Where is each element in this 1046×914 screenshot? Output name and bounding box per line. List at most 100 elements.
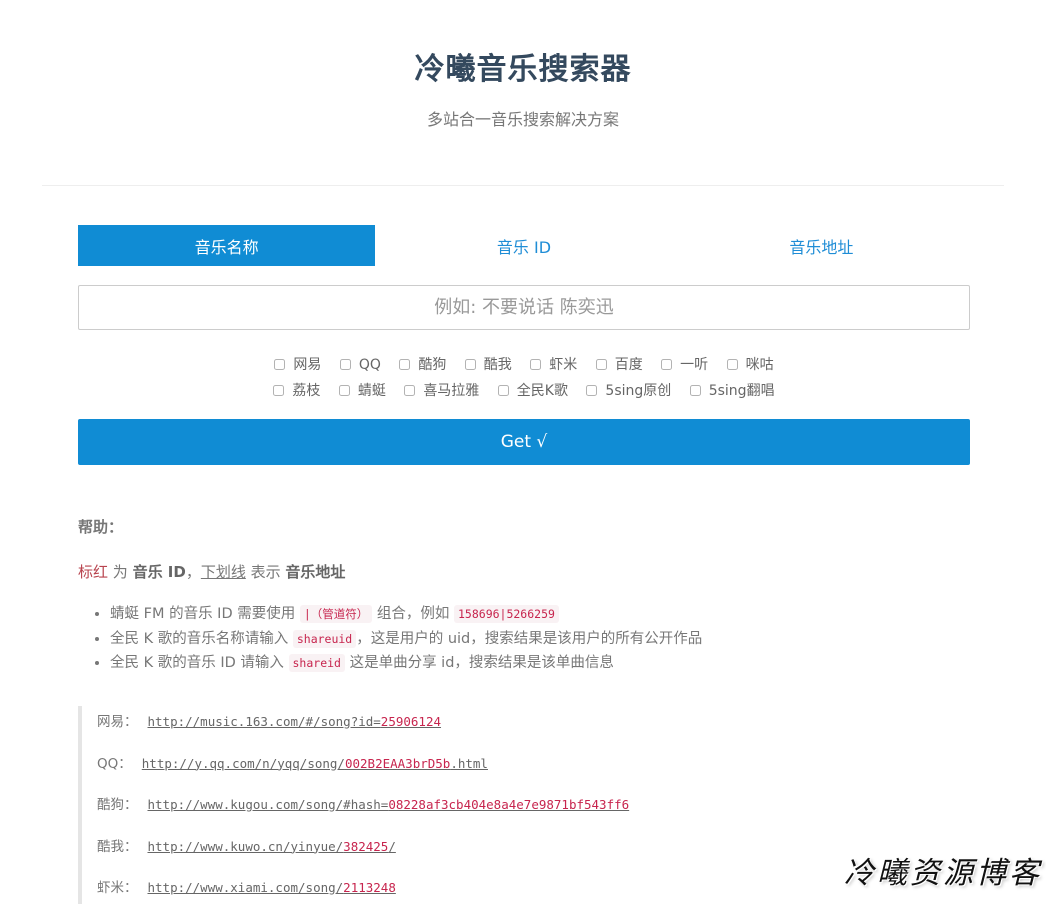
note-code: 158696|5266259: [454, 605, 559, 623]
legend-bold-url: 音乐地址: [285, 563, 346, 581]
help-note: 蜻蜓 FM 的音乐 ID 需要使用 |（管道符） 组合，例如 158696|52…: [110, 602, 978, 627]
search-form: 音乐名称 音乐 ID 音乐地址 网易 QQ 酷狗 酷我 虾米 百度 一听 咪咕 …: [78, 225, 970, 465]
tab-music-name[interactable]: 音乐名称: [78, 225, 376, 266]
site-checkbox-xiami[interactable]: [530, 359, 542, 370]
example-site: 酷狗：: [97, 797, 138, 813]
example-link-xiami[interactable]: http://www.xiami.com/song/2113248: [148, 880, 396, 895]
note-text: 全民 K 歌的音乐 ID 请输入: [110, 655, 289, 671]
site-label: 蜻蜓: [357, 383, 386, 399]
url-prefix: http://y.qq.com/n/yqq/song/: [141, 755, 345, 771]
site-label: 酷我: [483, 357, 512, 373]
help-notes: 蜻蜓 FM 的音乐 ID 需要使用 |（管道符） 组合，例如 158696|52…: [78, 602, 978, 676]
legend-underline-text: 下划线: [200, 563, 246, 581]
legend-text: 为: [108, 563, 133, 581]
example-link-kuwo[interactable]: http://www.kuwo.cn/yinyue/382425/: [148, 839, 396, 854]
note-text: 全民 K 歌的音乐名称请输入: [110, 630, 293, 647]
site-option-qingting[interactable]: 蜻蜓: [338, 378, 386, 404]
site-checkbox-lizhi[interactable]: [273, 385, 285, 396]
site-row-2: 荔枝 蜻蜓 喜马拉雅 全民K歌 5sing原创 5sing翻唱: [78, 378, 970, 404]
example-site: 虾米：: [97, 880, 138, 896]
note-text: ，这是用户的 uid，搜索结果是该用户的所有公开作品: [356, 630, 703, 647]
url-prefix: http://www.kuwo.cn/yinyue/: [147, 838, 344, 854]
site-checkbox-kugou[interactable]: [399, 359, 411, 370]
url-id: 25906124: [380, 714, 442, 729]
site-option-kg[interactable]: 全民K歌: [497, 378, 568, 404]
url-prefix: http://www.xiami.com/song/: [147, 880, 344, 895]
site-option-qq[interactable]: QQ: [339, 352, 381, 378]
help-note: 全民 K 歌的音乐 ID 请输入 shareid 这是单曲分享 id，搜索结果是…: [110, 651, 978, 676]
example-row: 酷我： http://www.kuwo.cn/yinyue/382425/: [97, 831, 958, 873]
url-suffix: /: [388, 838, 396, 854]
url-id: 382425: [343, 838, 389, 854]
site-checkbox-5sing-original[interactable]: [586, 385, 598, 396]
get-button[interactable]: Get √: [78, 419, 970, 465]
site-checkbox-kg[interactable]: [497, 385, 509, 396]
site-label: QQ: [358, 357, 381, 373]
legend-text: ，: [185, 563, 201, 581]
site-checkbox-qingting[interactable]: [338, 385, 350, 396]
site-label: 喜马拉雅: [423, 383, 480, 399]
site-option-5sing-original[interactable]: 5sing原创: [586, 378, 671, 404]
site-checkbox-qq[interactable]: [339, 359, 351, 370]
site-checkbox-1ting[interactable]: [661, 359, 673, 370]
example-link-kugou[interactable]: http://www.kugou.com/song/#hash=08228af3…: [148, 797, 630, 812]
site-checkbox-kuwo[interactable]: [464, 359, 476, 370]
example-link-qq[interactable]: http://y.qq.com/n/yqq/song/002B2EAA3brD5…: [142, 756, 488, 771]
site-checkbox-5sing-cover[interactable]: [689, 385, 701, 396]
example-urls: 网易： http://music.163.com/#/song?id=259061…: [78, 706, 958, 904]
site-row-1: 网易 QQ 酷狗 酷我 虾米 百度 一听 咪咕: [78, 352, 970, 378]
url-id: 2113248: [343, 880, 396, 895]
site-option-xiami[interactable]: 虾米: [530, 352, 577, 378]
legend-red-text: 标红: [78, 563, 109, 581]
site-option-1ting[interactable]: 一听: [661, 352, 708, 378]
site-option-migu[interactable]: 咪咕: [726, 352, 774, 378]
help-note: 全民 K 歌的音乐名称请输入 shareuid，这是用户的 uid，搜索结果是该…: [110, 627, 978, 652]
example-site: 网易：: [97, 714, 138, 730]
site-label: 全民K歌: [516, 383, 568, 399]
note-text: 这是单曲分享 id，搜索结果是该单曲信息: [344, 655, 614, 671]
example-site: QQ：: [97, 755, 132, 772]
note-code: |（管道符）: [299, 605, 373, 623]
site-option-ximalaya[interactable]: 喜马拉雅: [404, 378, 479, 404]
note-code: shareid: [288, 654, 345, 672]
help-section: 帮助： 标红 为 音乐 ID，下划线 表示 音乐地址 蜻蜓 FM 的音乐 ID …: [78, 516, 978, 676]
note-text: 组合，例如: [372, 606, 454, 622]
page-subtitle: 多站合一音乐搜索解决方案: [426, 110, 619, 129]
help-title: 帮助：: [78, 518, 124, 536]
site-option-5sing-cover[interactable]: 5sing翻唱: [689, 378, 775, 404]
site-label: 酷狗: [418, 357, 447, 373]
site-label: 网易: [293, 357, 322, 373]
header-divider: [42, 185, 1004, 186]
site-option-kuwo[interactable]: 酷我: [464, 352, 512, 378]
site-checkbox-netease[interactable]: [274, 359, 286, 370]
site-label: 咪咕: [745, 357, 774, 373]
site-option-netease[interactable]: 网易: [274, 352, 321, 378]
help-legend: 标红 为 音乐 ID，下划线 表示 音乐地址: [78, 561, 978, 582]
search-type-tabs: 音乐名称 音乐 ID 音乐地址: [78, 225, 970, 266]
page-title: 冷曦音乐搜索器: [414, 52, 632, 87]
legend-text: 表示: [245, 563, 286, 581]
watermark: 冷曦资源博客: [844, 856, 1042, 891]
site-label: 一听: [680, 357, 709, 373]
site-option-baidu[interactable]: 百度: [595, 352, 643, 378]
example-row: 虾米： http://www.xiami.com/song/2113248: [97, 872, 958, 914]
site-checkbox-ximalaya[interactable]: [404, 385, 416, 396]
site-option-kugou[interactable]: 酷狗: [399, 352, 446, 378]
example-link-netease[interactable]: http://music.163.com/#/song?id=25906124: [148, 714, 442, 729]
site-option-lizhi[interactable]: 荔枝: [273, 378, 320, 404]
search-input[interactable]: [78, 285, 970, 330]
tab-music-id[interactable]: 音乐 ID: [375, 225, 672, 266]
url-id: 08228af3cb404e8a4e7e9871bf543ff6: [388, 797, 630, 812]
url-id: 002B2EAA3brD5b: [344, 755, 451, 771]
note-code: shareuid: [292, 629, 357, 648]
site-checkbox-baidu[interactable]: [595, 359, 607, 370]
site-label: 虾米: [549, 357, 578, 373]
site-checkbox-migu[interactable]: [726, 359, 738, 370]
note-text: 蜻蜓 FM 的音乐 ID 需要使用: [110, 606, 300, 622]
tab-music-url[interactable]: 音乐地址: [673, 225, 970, 266]
site-filter: 网易 QQ 酷狗 酷我 虾米 百度 一听 咪咕 荔枝 蜻蜓 喜马拉雅 全民K歌 …: [78, 352, 970, 404]
site-label: 百度: [614, 357, 643, 373]
example-row: 网易： http://music.163.com/#/song?id=259061…: [97, 706, 958, 748]
site-label: 荔枝: [292, 383, 321, 399]
site-label: 5sing原创: [605, 383, 672, 399]
